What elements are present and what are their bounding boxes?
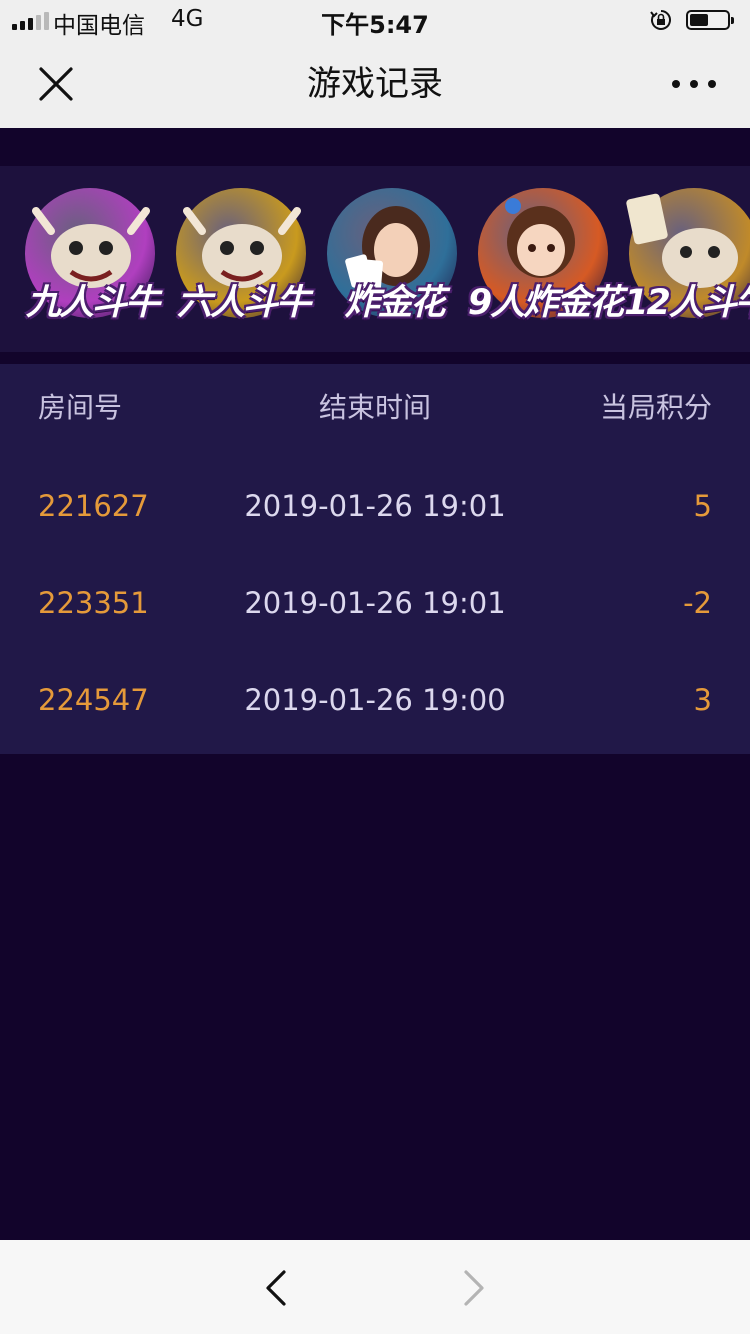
table-row[interactable]: 221627 2019-01-26 19:01 5: [0, 461, 750, 551]
end-time: 2019-01-26 19:01: [244, 489, 506, 523]
game-name: 九人斗牛: [25, 283, 160, 323]
game-banner: 九人斗牛 六人斗牛 炸金花 9人炸金花 12人斗: [0, 166, 750, 352]
game-tile[interactable]: 六人斗牛: [167, 176, 317, 344]
score: 3: [693, 683, 712, 717]
game-name: 12人斗牛: [624, 283, 750, 323]
status-bar: 中国电信 4G 下午5:47: [0, 0, 750, 40]
table-header: 房间号 结束时间 当局积分: [0, 364, 750, 454]
content-area: 九人斗牛 六人斗牛 炸金花 9人炸金花 12人斗 房间号 结束时间 当局积分 2…: [0, 128, 750, 1240]
game-tile[interactable]: 炸金花: [318, 176, 468, 344]
orientation-lock-icon: [650, 10, 671, 30]
table-row[interactable]: 224547 2019-01-26 19:00 3: [0, 655, 750, 745]
chevron-right-icon[interactable]: [456, 1266, 492, 1310]
page-title: 游戏记录: [307, 64, 443, 104]
end-time: 2019-01-26 19:01: [244, 586, 506, 620]
more-icon[interactable]: [666, 66, 722, 102]
game-name: 炸金花: [344, 283, 445, 323]
game-name: 9人炸金花: [467, 283, 624, 323]
browser-toolbar: [0, 1240, 750, 1334]
record-table: 房间号 结束时间 当局积分 221627 2019-01-26 19:01 5 …: [0, 364, 750, 754]
nav-bar: 游戏记录: [0, 40, 750, 128]
close-icon[interactable]: [30, 62, 82, 106]
game-tile[interactable]: 12人斗牛: [620, 176, 750, 344]
header-score: 当局积分: [599, 391, 712, 424]
chevron-left-icon[interactable]: [258, 1266, 294, 1310]
game-tile[interactable]: 9人炸金花: [468, 176, 624, 344]
game-tile[interactable]: 九人斗牛: [16, 176, 166, 344]
table-row[interactable]: 223351 2019-01-26 19:01 -2: [0, 558, 750, 648]
status-time: 下午5:47: [321, 11, 429, 39]
battery-icon: [686, 10, 734, 30]
game-name: 六人斗牛: [176, 283, 311, 323]
score: -2: [683, 586, 712, 620]
score: 5: [693, 489, 712, 523]
end-time: 2019-01-26 19:00: [244, 683, 506, 717]
